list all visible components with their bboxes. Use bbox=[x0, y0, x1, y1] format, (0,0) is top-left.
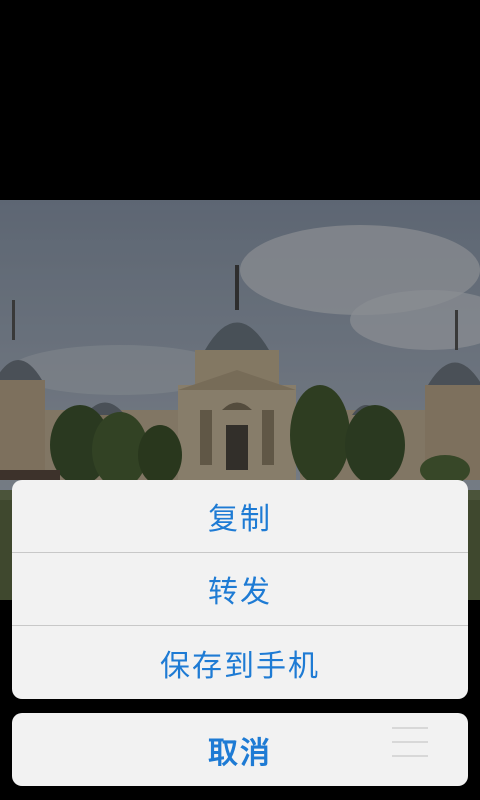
copy-button[interactable]: 复制 bbox=[12, 480, 468, 553]
save-to-phone-button[interactable]: 保存到手机 bbox=[12, 626, 468, 699]
forward-button[interactable]: 转发 bbox=[12, 553, 468, 626]
action-sheet: 复制 转发 保存到手机 bbox=[12, 480, 468, 699]
menu-icon bbox=[392, 727, 428, 757]
